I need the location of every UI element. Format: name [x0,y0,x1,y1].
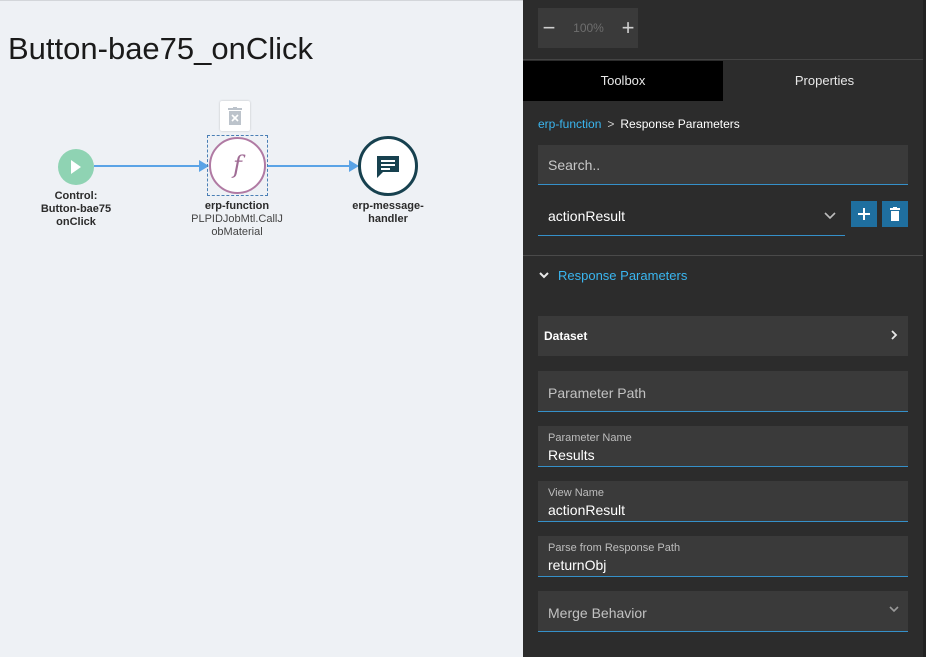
plus-icon [858,208,870,220]
start-node-title: Control: [54,190,98,202]
view-select[interactable]: actionResult [538,196,845,236]
edge-function-to-message [268,165,350,167]
parameter-path-field[interactable]: Parameter Path [538,371,908,412]
function-node-label: erp-function PLPIDJobMtl.CallJ obMateria… [180,200,294,239]
tab-toolbox[interactable]: Toolbox [523,61,723,101]
play-icon [71,160,81,174]
search-field [538,145,908,185]
trash-icon [228,107,242,125]
start-node-line2: Button-bae75 [40,203,112,215]
function-icon: f [233,151,242,179]
breadcrumb-separator: > [607,117,615,131]
function-node-line2: PLPIDJobMtl.CallJ [191,213,283,225]
message-node-label: erp-message- handler [340,200,436,226]
delete-view-button[interactable] [882,201,908,227]
parameter-name-field[interactable]: Parameter Name Results [538,426,908,467]
chevron-down-icon [824,212,836,220]
merge-behavior-placeholder: Merge Behavior [548,605,647,621]
parameter-path-placeholder: Parameter Path [548,385,647,401]
view-name-field[interactable]: View Name actionResult [538,481,908,522]
view-name-value: actionResult [548,502,626,518]
message-node-title: erp-message- [352,200,424,212]
zoom-out-button[interactable]: − [538,8,560,48]
dataset-label: Dataset [544,329,588,343]
function-node-title: erp-function [204,200,270,212]
add-view-button[interactable] [851,201,877,227]
message-node-line2: handler [368,213,408,225]
delete-node-button[interactable] [220,101,250,131]
message-handler-node[interactable] [358,136,418,196]
view-name-label: View Name [548,487,605,499]
function-node[interactable]: f [209,137,266,194]
start-node-line3: onClick [56,216,96,228]
parameter-name-label: Parameter Name [548,432,632,444]
breadcrumb-parent-link[interactable]: erp-function [538,117,601,131]
panel-tabs: Toolbox Properties [523,59,926,101]
edge-start-to-function [94,165,200,167]
parameter-name-value: Results [548,447,595,463]
chevron-down-icon [539,272,549,279]
start-node[interactable] [58,149,94,185]
zoom-level: 100% [573,21,604,35]
flow-canvas[interactable]: Button-bae75_onClick Control: Button-bae… [0,0,523,657]
dataset-row[interactable]: Dataset [538,316,908,356]
panel-divider [523,255,926,256]
merge-behavior-select[interactable]: Merge Behavior [538,591,908,632]
chevron-down-icon [889,606,899,613]
breadcrumb: erp-function > Response Parameters [538,117,740,131]
parse-path-label: Parse from Response Path [548,542,681,554]
search-input[interactable] [548,145,898,185]
flow-title: Button-bae75_onClick [8,31,314,66]
zoom-in-button[interactable]: + [617,8,639,48]
properties-panel: − 100% + Toolbox Properties erp-function… [523,0,926,657]
start-node-label: Control: Button-bae75 onClick [30,190,122,229]
view-select-value: actionResult [548,208,626,224]
parse-path-value: returnObj [548,557,607,573]
message-icon [377,156,399,178]
chevron-right-icon [891,330,898,340]
parse-path-field[interactable]: Parse from Response Path returnObj [538,536,908,577]
zoom-control: − 100% + [538,8,638,48]
tab-properties[interactable]: Properties [723,61,926,101]
breadcrumb-current: Response Parameters [620,117,740,131]
section-label: Response Parameters [558,268,688,283]
trash-icon [890,207,900,221]
function-node-line3: obMaterial [211,226,263,238]
